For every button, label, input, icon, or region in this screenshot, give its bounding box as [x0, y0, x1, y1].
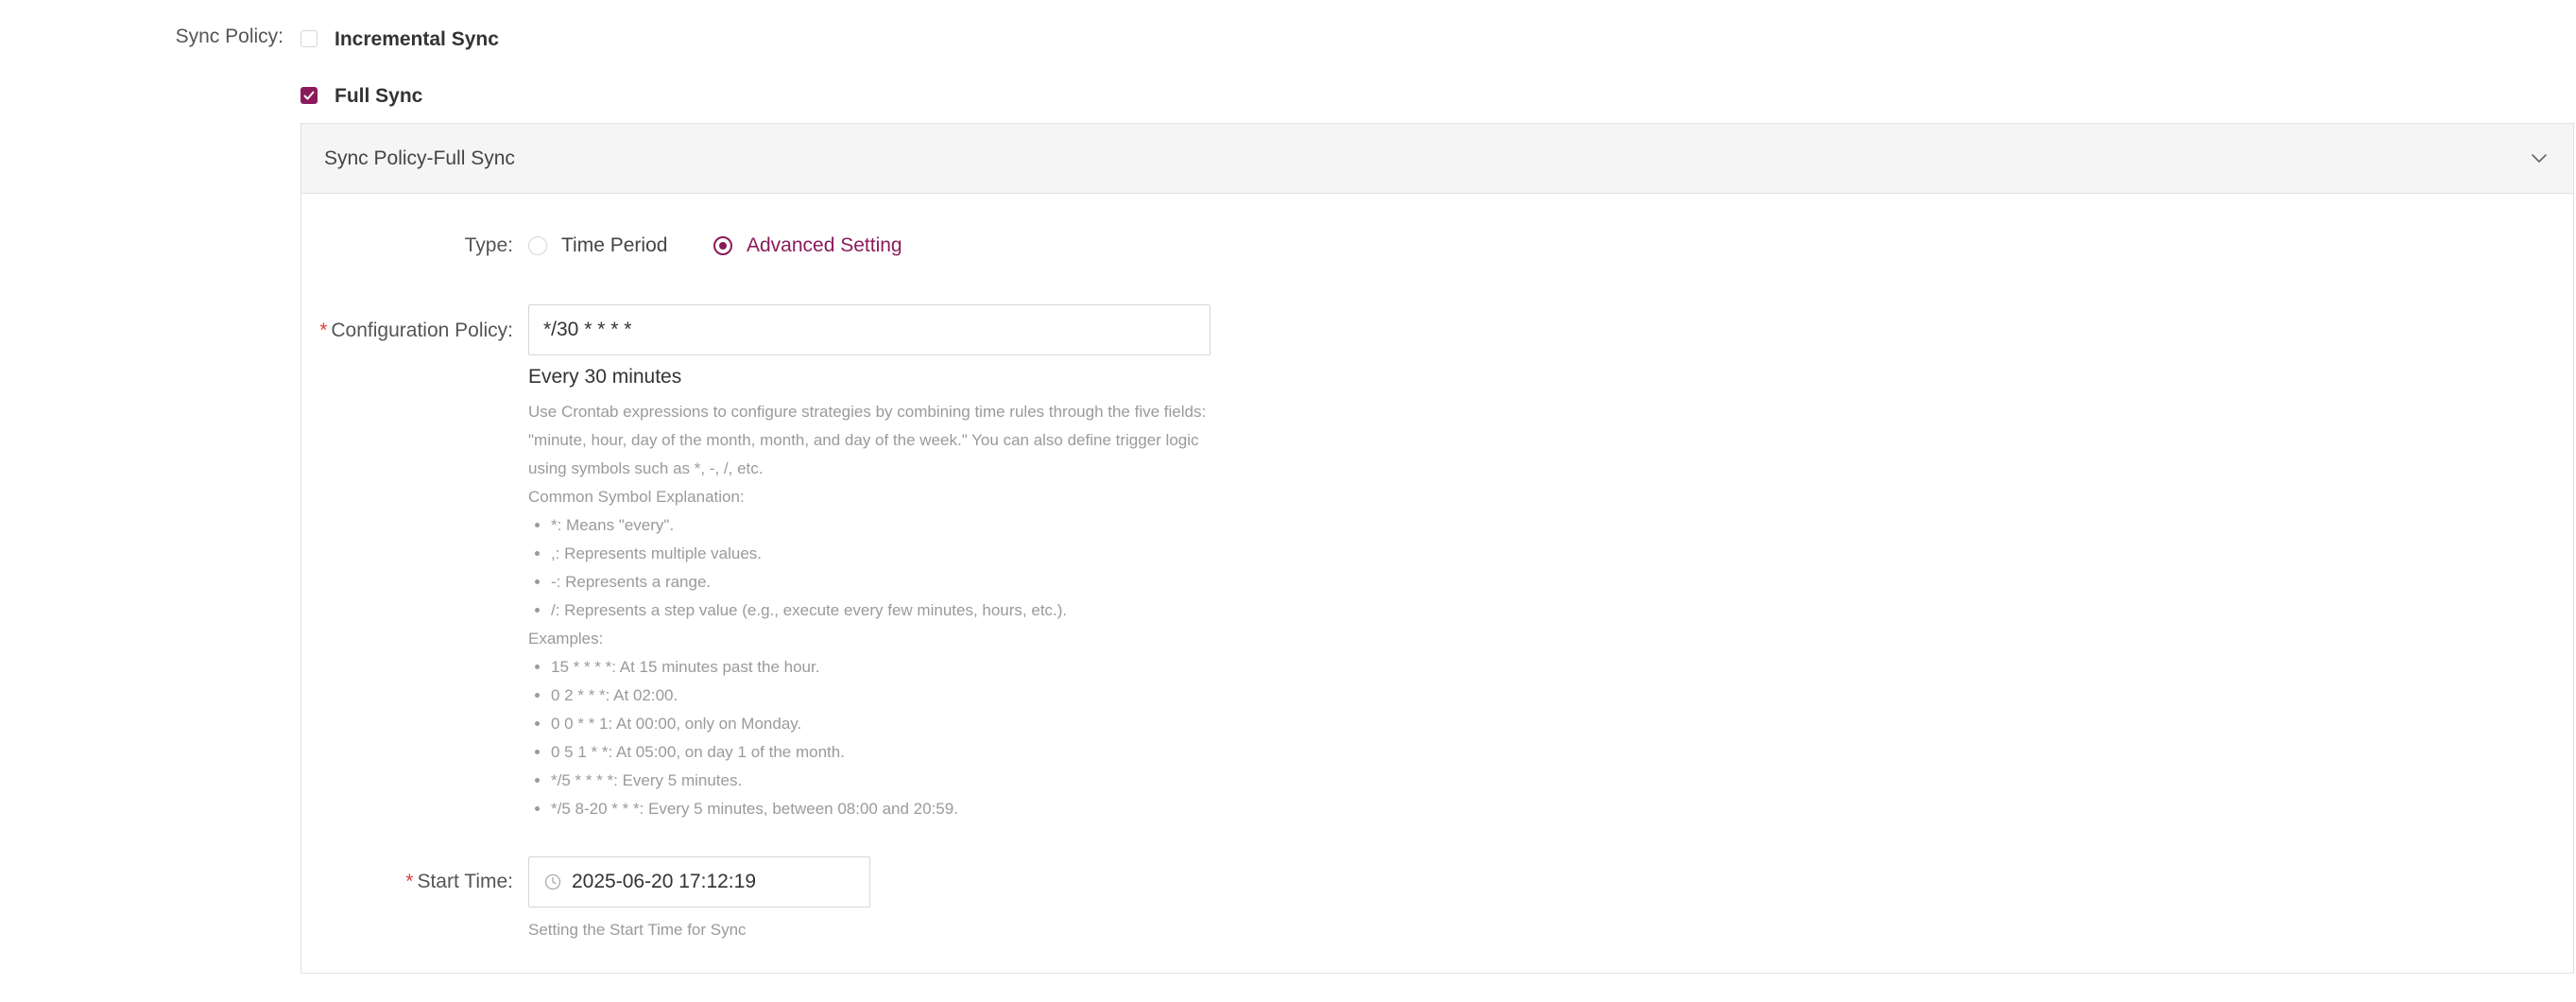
- type-option-time-period[interactable]: Time Period: [528, 234, 689, 259]
- list-item: 0 5 1 * *: At 05:00, on day 1 of the mon…: [551, 738, 1218, 767]
- required-mark: *: [319, 320, 328, 341]
- symbols-heading: Common Symbol Explanation:: [528, 488, 745, 506]
- incremental-sync-option[interactable]: Incremental Sync: [301, 28, 508, 51]
- full-sync-option[interactable]: Full Sync: [301, 85, 489, 108]
- full-sync-checkbox[interactable]: [301, 87, 318, 104]
- clock-icon: [544, 873, 561, 890]
- advanced-setting-label: Advanced Setting: [747, 234, 902, 256]
- list-item: */5 8-20 * * *: Every 5 minutes, between…: [551, 795, 1218, 823]
- configuration-policy-label: * Configuration Policy:: [301, 320, 513, 342]
- list-item: 0 0 * * 1: At 00:00, only on Monday.: [551, 710, 1218, 738]
- start-time-label: * Start Time:: [301, 871, 513, 893]
- list-item: 0 2 * * *: At 02:00.: [551, 682, 1218, 710]
- type-option-advanced-setting[interactable]: Advanced Setting: [713, 234, 921, 259]
- cron-description: Every 30 minutes: [528, 366, 682, 388]
- required-mark: *: [405, 871, 414, 892]
- configuration-policy-input[interactable]: [528, 304, 1211, 355]
- time-period-radio[interactable]: [528, 236, 547, 255]
- list-item: *: Means "every".: [551, 511, 1218, 540]
- start-time-label-text: Start Time:: [417, 871, 513, 892]
- incremental-sync-label: Incremental Sync: [335, 28, 499, 50]
- time-period-label: Time Period: [561, 234, 668, 256]
- examples-list: 15 * * * *: At 15 minutes past the hour.…: [528, 653, 1218, 823]
- list-item: */5 * * * *: Every 5 minutes.: [551, 767, 1218, 795]
- start-time-value: 2025-06-20 17:12:19: [572, 871, 756, 892]
- list-item: 15 * * * *: At 15 minutes past the hour.: [551, 653, 1218, 682]
- full-sync-panel: Sync Policy-Full Sync Type: Time Period …: [301, 123, 2574, 974]
- check-icon: [303, 91, 315, 100]
- full-sync-label: Full Sync: [335, 85, 423, 107]
- start-time-help: Setting the Start Time for Sync: [528, 921, 747, 939]
- type-label: Type:: [464, 234, 513, 256]
- configuration-policy-label-text: Configuration Policy:: [331, 320, 513, 341]
- sync-policy-label: Sync Policy:: [175, 26, 283, 47]
- symbols-list: *: Means "every". ,: Represents multiple…: [528, 511, 1218, 625]
- advanced-setting-radio[interactable]: [713, 236, 732, 255]
- panel-header[interactable]: Sync Policy-Full Sync: [301, 124, 2573, 194]
- list-item: ,: Represents multiple values.: [551, 540, 1218, 568]
- cron-help-intro: Use Crontab expressions to configure str…: [528, 403, 1207, 477]
- start-time-picker[interactable]: 2025-06-20 17:12:19: [528, 856, 870, 907]
- list-item: /: Represents a step value (e.g., execut…: [551, 596, 1218, 625]
- list-item: -: Represents a range.: [551, 568, 1218, 596]
- incremental-sync-checkbox[interactable]: [301, 30, 318, 47]
- chevron-down-icon[interactable]: [2530, 148, 2549, 167]
- examples-heading: Examples:: [528, 630, 604, 648]
- panel-title: Sync Policy-Full Sync: [324, 147, 515, 169]
- cron-help: Use Crontab expressions to configure str…: [528, 398, 1218, 823]
